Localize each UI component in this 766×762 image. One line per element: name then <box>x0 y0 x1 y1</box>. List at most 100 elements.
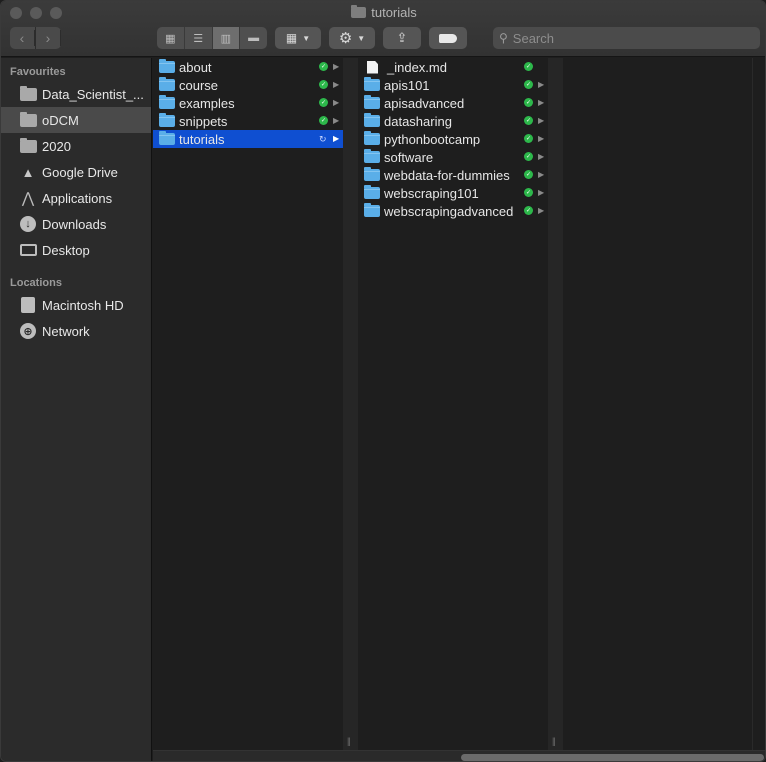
synced-check-icon: ✓ <box>524 62 533 71</box>
view-mode-selector: ▦ ☰ ▥ ▬ <box>157 27 267 49</box>
applications-icon: ⋀ <box>21 190 35 207</box>
sidebar-item-label: oDCM <box>42 112 79 128</box>
sidebar-item-data-scientist[interactable]: Data_Scientist_... <box>1 81 151 107</box>
list-item-examples[interactable]: examples ✓ ▶ <box>153 94 343 112</box>
disclosure-arrow-icon: ▶ <box>333 80 340 89</box>
back-button[interactable]: ‹ <box>10 27 36 49</box>
finder-window: tutorials ‹ › ▦ ☰ ▥ ▬ ▦ ▼ ⚙ ▼ ⇪ ⚲ Search… <box>0 0 766 762</box>
gallery-icon: ▬ <box>248 32 260 44</box>
list-item-webscrapingadvanced[interactable]: webscrapingadvanced ✓ ▶ <box>358 202 548 220</box>
synced-check-icon: ✓ <box>524 134 533 143</box>
disclosure-arrow-icon: ▶ <box>538 152 545 161</box>
disk-icon <box>19 297 37 313</box>
sidebar-item-label: Network <box>42 323 90 339</box>
list-item-about[interactable]: about ✓ ▶ <box>153 58 343 76</box>
sidebar-item-label: Applications <box>42 190 113 206</box>
folder-icon <box>351 5 367 18</box>
group-by-button[interactable]: ▦ ▼ <box>275 27 321 49</box>
list-item-snippets[interactable]: snippets ✓ ▶ <box>153 112 343 130</box>
resize-grip-icon[interactable]: || <box>347 736 351 746</box>
list-item-webdata-for-dummies[interactable]: webdata-for-dummies ✓ ▶ <box>358 166 548 184</box>
disclosure-arrow-icon: ▶ <box>538 80 545 89</box>
syncing-icon: ↻ <box>319 134 327 144</box>
sidebar-item-applications[interactable]: ⋀ Applications <box>1 185 151 211</box>
sidebar: Favourites Data_Scientist_... oDCM 2020 … <box>1 58 152 761</box>
item-label: course <box>179 77 219 93</box>
column-browser-1: about ✓ ▶ course ✓ ▶ examples ✓ ▶ snippe… <box>153 58 343 750</box>
folder-icon <box>364 167 380 181</box>
search-input[interactable] <box>512 30 743 46</box>
list-item-tutorials[interactable]: tutorials ↻ ▶ <box>153 130 343 148</box>
synced-check-icon: ✓ <box>319 98 328 107</box>
document-icon <box>367 60 378 74</box>
folder-icon <box>19 85 37 102</box>
item-label: webscrapingadvanced <box>384 203 514 219</box>
icon-view-button[interactable]: ▦ <box>157 27 185 49</box>
navigation-buttons: ‹ › <box>10 27 61 49</box>
google-drive-icon: ▲ <box>21 164 35 180</box>
list-item-datasharing[interactable]: datasharing ✓ ▶ <box>358 112 548 130</box>
chevron-down-icon: ▼ <box>302 33 311 43</box>
item-label: apis101 <box>384 77 430 93</box>
search-field[interactable]: ⚲ <box>493 27 760 49</box>
horizontal-scrollbar[interactable] <box>153 750 765 761</box>
column-divider-1[interactable]: || <box>343 58 358 750</box>
folder-icon <box>159 95 175 109</box>
chevron-right-icon: › <box>36 30 61 46</box>
synced-check-icon: ✓ <box>524 152 533 161</box>
disclosure-arrow-icon: ▶ <box>538 206 545 215</box>
list-item-software[interactable]: software ✓ ▶ <box>358 148 548 166</box>
synced-check-icon: ✓ <box>524 206 533 215</box>
column-divider-2[interactable]: || <box>548 58 563 750</box>
disclosure-arrow-icon: ▶ <box>538 170 545 179</box>
sidebar-header-favourites: Favourites <box>10 66 66 78</box>
folder-icon <box>364 95 380 109</box>
disclosure-arrow-icon: ▶ <box>538 134 545 143</box>
synced-check-icon: ✓ <box>524 98 533 107</box>
list-item-webscraping101[interactable]: webscraping101 ✓ ▶ <box>358 184 548 202</box>
disclosure-arrow-icon: ▶ <box>538 98 545 107</box>
synced-check-icon: ✓ <box>524 80 533 89</box>
folder-icon <box>159 131 175 145</box>
gallery-view-button[interactable]: ▬ <box>240 27 267 49</box>
sidebar-item-label: 2020 <box>42 138 71 154</box>
list-view-button[interactable]: ☰ <box>185 27 213 49</box>
resize-grip-icon[interactable]: || <box>552 736 556 746</box>
sidebar-item-downloads[interactable]: ↓ Downloads <box>1 211 151 237</box>
share-icon: ⇪ <box>396 30 408 45</box>
folder-icon <box>364 113 380 127</box>
column-view-button[interactable]: ▥ <box>212 27 241 49</box>
scrollbar-thumb[interactable] <box>461 754 764 761</box>
folder-icon <box>19 137 37 154</box>
sidebar-item-google-drive[interactable]: ▲ Google Drive <box>1 159 151 185</box>
forward-button[interactable]: › <box>36 27 61 49</box>
folder-icon <box>364 185 380 199</box>
synced-check-icon: ✓ <box>524 170 533 179</box>
folder-icon <box>159 77 175 91</box>
disclosure-arrow-icon: ▶ <box>333 116 340 125</box>
share-button[interactable]: ⇪ <box>383 27 421 49</box>
folder-icon <box>364 203 380 217</box>
window-title: tutorials <box>1 5 765 20</box>
tag-button[interactable] <box>429 27 467 49</box>
list-item-index-md[interactable]: _index.md ✓ <box>358 58 548 76</box>
sidebar-item-label: Desktop <box>42 242 90 258</box>
action-button[interactable]: ⚙ ▼ <box>329 27 375 49</box>
folder-icon <box>159 59 175 73</box>
list-item-course[interactable]: course ✓ ▶ <box>153 76 343 94</box>
sidebar-item-2020[interactable]: 2020 <box>1 133 151 159</box>
list-item-apisadvanced[interactable]: apisadvanced ✓ ▶ <box>358 94 548 112</box>
sidebar-item-desktop[interactable]: Desktop <box>1 237 151 263</box>
window-title-text: tutorials <box>371 5 417 20</box>
grid-icon: ▦ <box>165 32 176 45</box>
chevron-down-icon: ▼ <box>357 33 366 43</box>
sidebar-item-macintosh-hd[interactable]: Macintosh HD <box>1 292 151 318</box>
sidebar-item-network[interactable]: ⊕ Network <box>1 318 151 344</box>
list-item-apis101[interactable]: apis101 ✓ ▶ <box>358 76 548 94</box>
synced-check-icon: ✓ <box>319 116 328 125</box>
sidebar-item-odcm[interactable]: oDCM <box>1 107 151 133</box>
list-item-pythonbootcamp[interactable]: pythonbootcamp ✓ ▶ <box>358 130 548 148</box>
item-label: software <box>384 149 434 165</box>
search-icon: ⚲ <box>499 31 508 45</box>
item-label: _index.md <box>387 59 447 75</box>
